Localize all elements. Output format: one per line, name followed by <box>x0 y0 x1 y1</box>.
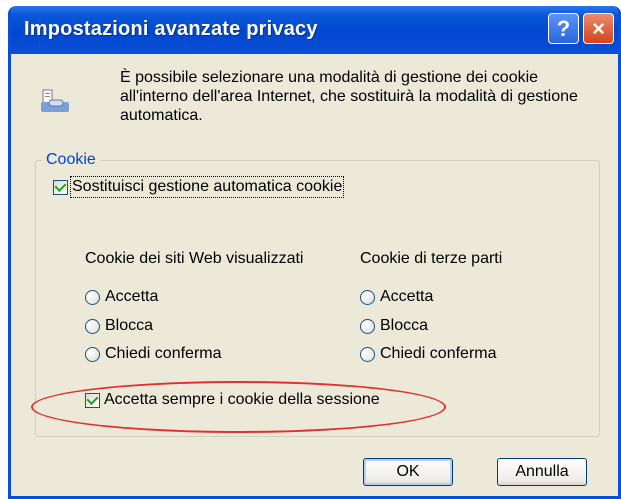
override-cookie-checkbox[interactable]: Sostituisci gestione automatica cookie <box>53 176 345 198</box>
session-cookie-checkbox[interactable]: Accetta sempre i cookie della sessione <box>85 391 380 409</box>
first-party-header: Cookie dei siti Web visualizzati <box>85 250 304 267</box>
radio-label: Chiedi conferma <box>105 345 222 362</box>
cookie-group-label: Cookie <box>42 151 100 169</box>
radio-button-circle[interactable] <box>85 346 100 362</box>
radio-label: Accetta <box>105 288 159 305</box>
first-party-block-radio[interactable]: Blocca <box>85 317 153 335</box>
radio-button-circle[interactable] <box>85 289 100 305</box>
privacy-doc-icon <box>41 89 69 112</box>
session-checkbox-label: Accetta sempre i cookie della sessione <box>104 391 380 408</box>
privacy-settings-dialog: Impostazioni avanzate privacy ? × È poss… <box>8 6 621 499</box>
radio-label: Accetta <box>380 288 434 305</box>
radio-button-circle[interactable] <box>360 318 375 334</box>
close-button[interactable]: × <box>583 13 614 44</box>
third-party-accept-radio[interactable]: Accetta <box>360 288 433 306</box>
ok-button[interactable]: OK <box>363 458 453 486</box>
first-party-accept-radio[interactable]: Accetta <box>85 288 158 306</box>
window-title: Impostazioni avanzate privacy <box>24 18 318 40</box>
help-button[interactable]: ? <box>548 13 579 44</box>
radio-button-circle[interactable] <box>85 318 100 334</box>
first-party-prompt-radio[interactable]: Chiedi conferma <box>85 345 222 363</box>
third-party-prompt-radio[interactable]: Chiedi conferma <box>360 345 497 363</box>
third-party-block-radio[interactable]: Blocca <box>360 317 428 335</box>
radio-label: Chiedi conferma <box>380 345 497 362</box>
session-checkbox-box[interactable] <box>85 392 100 408</box>
title-bar[interactable]: Impostazioni avanzate privacy ? × <box>11 6 618 54</box>
radio-label: Blocca <box>105 317 154 334</box>
third-party-header: Cookie di terze parti <box>360 250 503 267</box>
cancel-button[interactable]: Annulla <box>497 458 587 486</box>
radio-button-circle[interactable] <box>360 289 375 305</box>
override-checkbox-box[interactable] <box>53 179 68 195</box>
radio-button-circle[interactable] <box>360 346 375 362</box>
intro-text: È possibile selezionare una modalità di … <box>120 69 578 124</box>
radio-label: Blocca <box>380 317 429 334</box>
override-checkbox-label: Sostituisci gestione automatica cookie <box>69 176 345 198</box>
